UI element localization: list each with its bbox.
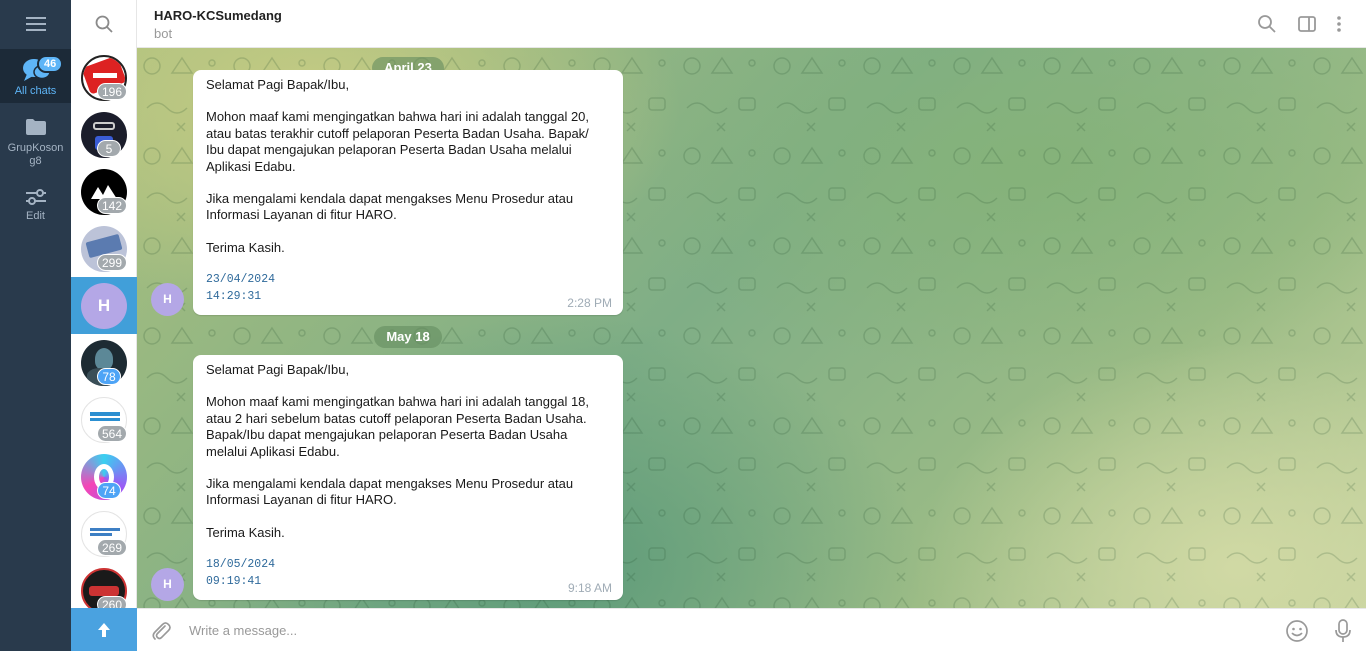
emoji-button[interactable] xyxy=(1285,619,1309,648)
message-stamp-date: 18/05/2024 xyxy=(206,558,276,572)
message-line: Terima Kasih. xyxy=(206,524,285,540)
message-stamp-date: 23/04/2024 xyxy=(206,273,276,287)
attach-button[interactable] xyxy=(150,620,172,647)
message-line xyxy=(206,175,611,191)
message-line xyxy=(206,224,611,240)
unread-badge: 269 xyxy=(97,539,128,556)
chat-item[interactable]: 5 xyxy=(71,106,137,163)
sidebar-toggle-icon xyxy=(1298,16,1316,32)
message-time: 2:28 PM xyxy=(567,295,612,310)
message-composer xyxy=(137,608,1366,651)
avatar: H xyxy=(81,283,127,329)
chat-item[interactable]: 78 xyxy=(71,334,137,391)
message-line: melalui Aplikasi Edabu. xyxy=(206,443,340,459)
message-stamp-time: 14:29:31 xyxy=(206,289,262,303)
message-line xyxy=(206,93,611,109)
arrow-up-icon xyxy=(98,622,110,637)
message-line: Mohon maaf kami mengingatkan bahwa hari … xyxy=(206,394,590,410)
message-bubble[interactable]: Selamat Pagi Bapak/Ibu, Mohon maaf kami … xyxy=(193,355,623,600)
folder-label: All chats xyxy=(14,85,57,97)
unread-badge: 78 xyxy=(97,368,121,385)
sliders-icon xyxy=(25,189,46,205)
message-line: Ibu dapat mengajukan pelaporan Peserta B… xyxy=(206,142,572,158)
search-icon xyxy=(95,15,113,33)
all-chats-unread-badge: 46 xyxy=(37,55,64,73)
folder-edit[interactable]: Edit xyxy=(0,184,71,228)
message-line: Jika mengalami kendala dapat mengakses M… xyxy=(206,191,574,207)
message-line: Jika mengalami kendala dapat mengakses M… xyxy=(206,476,574,492)
scroll-to-top-button[interactable] xyxy=(71,608,137,651)
chat-list: 196 5 142 299 H 78 564 74 269 260 xyxy=(71,0,137,651)
message-stamp-time: 09:19:41 xyxy=(206,574,262,588)
folder-label: GrupKoson g8 xyxy=(7,142,64,167)
more-vertical-icon xyxy=(1337,16,1341,32)
message-bubble[interactable]: Selamat Pagi Bapak/Ibu, Mohon maaf kami … xyxy=(193,70,623,315)
search-icon xyxy=(1258,15,1276,33)
message-line: Terima Kasih. xyxy=(206,239,285,255)
chat-item[interactable]: 299 xyxy=(71,220,137,277)
message-line: Selamat Pagi Bapak/Ibu, xyxy=(206,362,350,377)
chat-status: bot xyxy=(154,26,173,41)
message-line: Informasi Layanan di fitur HARO. xyxy=(206,492,397,508)
chat-item[interactable]: 269 xyxy=(71,505,137,562)
chat-item-haro-kcsumedang[interactable]: H xyxy=(71,277,137,334)
message-history[interactable]: April 23 Selamat Pagi Bapak/Ibu, Mohon m… xyxy=(137,48,1366,608)
unread-badge: 5 xyxy=(97,140,121,157)
message-line: Informasi Layanan di fitur HARO. xyxy=(206,207,397,223)
folder-label: Edit xyxy=(26,210,45,222)
more-options-button[interactable] xyxy=(1333,14,1345,34)
chat-header: HARO-KCSumedang bot xyxy=(137,0,1366,48)
message-line: Bapak/Ibu dapat mengajukan pelaporan Pes… xyxy=(206,427,568,443)
emoji-icon xyxy=(1286,620,1308,642)
unread-badge: 74 xyxy=(97,482,121,499)
main-menu-button[interactable] xyxy=(0,0,71,48)
search-chats-button[interactable] xyxy=(71,0,137,48)
date-separator: May 18 xyxy=(374,326,442,348)
message-line xyxy=(206,509,611,525)
message-line: Aplikasi Edabu. xyxy=(206,158,296,174)
unread-badge: 299 xyxy=(97,254,128,271)
unread-badge: 142 xyxy=(97,197,128,214)
chat-item[interactable]: 196 xyxy=(71,49,137,106)
chat-item[interactable]: 564 xyxy=(71,391,137,448)
microphone-icon xyxy=(1335,619,1351,642)
message-line xyxy=(206,460,611,476)
message-input[interactable] xyxy=(189,619,1269,641)
paperclip-icon xyxy=(152,622,171,640)
chat-item[interactable]: 142 xyxy=(71,163,137,220)
telegram-app: All chats 46 GrupKoson g8 Edit 196 5 142… xyxy=(0,0,1366,651)
message-line: Mohon maaf kami mengingatkan bahwa hari … xyxy=(206,109,590,125)
folder-grupkoson[interactable]: GrupKoson g8 xyxy=(0,112,71,172)
chat-item[interactable]: 74 xyxy=(71,448,137,505)
chat-title[interactable]: HARO-KCSumedang xyxy=(154,8,282,23)
folder-rail: All chats 46 GrupKoson g8 Edit xyxy=(0,0,71,651)
message-line xyxy=(206,541,611,557)
sender-avatar[interactable]: H xyxy=(151,283,184,316)
message-line: atau 2 hari sebelum batas cutoff pelapor… xyxy=(206,410,587,426)
message-line xyxy=(206,256,611,272)
message-line: Selamat Pagi Bapak/Ibu, xyxy=(206,77,350,92)
menu-icon xyxy=(25,17,46,31)
message-line: atau batas terakhir cutoff pelaporan Pes… xyxy=(206,125,589,141)
voice-message-button[interactable] xyxy=(1333,618,1353,649)
message-time: 9:18 AM xyxy=(567,580,612,595)
unread-badge: 564 xyxy=(97,425,128,442)
unread-badge: 196 xyxy=(97,83,128,100)
message-line xyxy=(206,378,611,394)
search-in-chat-button[interactable] xyxy=(1257,14,1277,34)
toggle-sidebar-button[interactable] xyxy=(1297,14,1317,34)
folder-icon xyxy=(25,119,46,135)
sender-avatar[interactable]: H xyxy=(151,568,184,601)
